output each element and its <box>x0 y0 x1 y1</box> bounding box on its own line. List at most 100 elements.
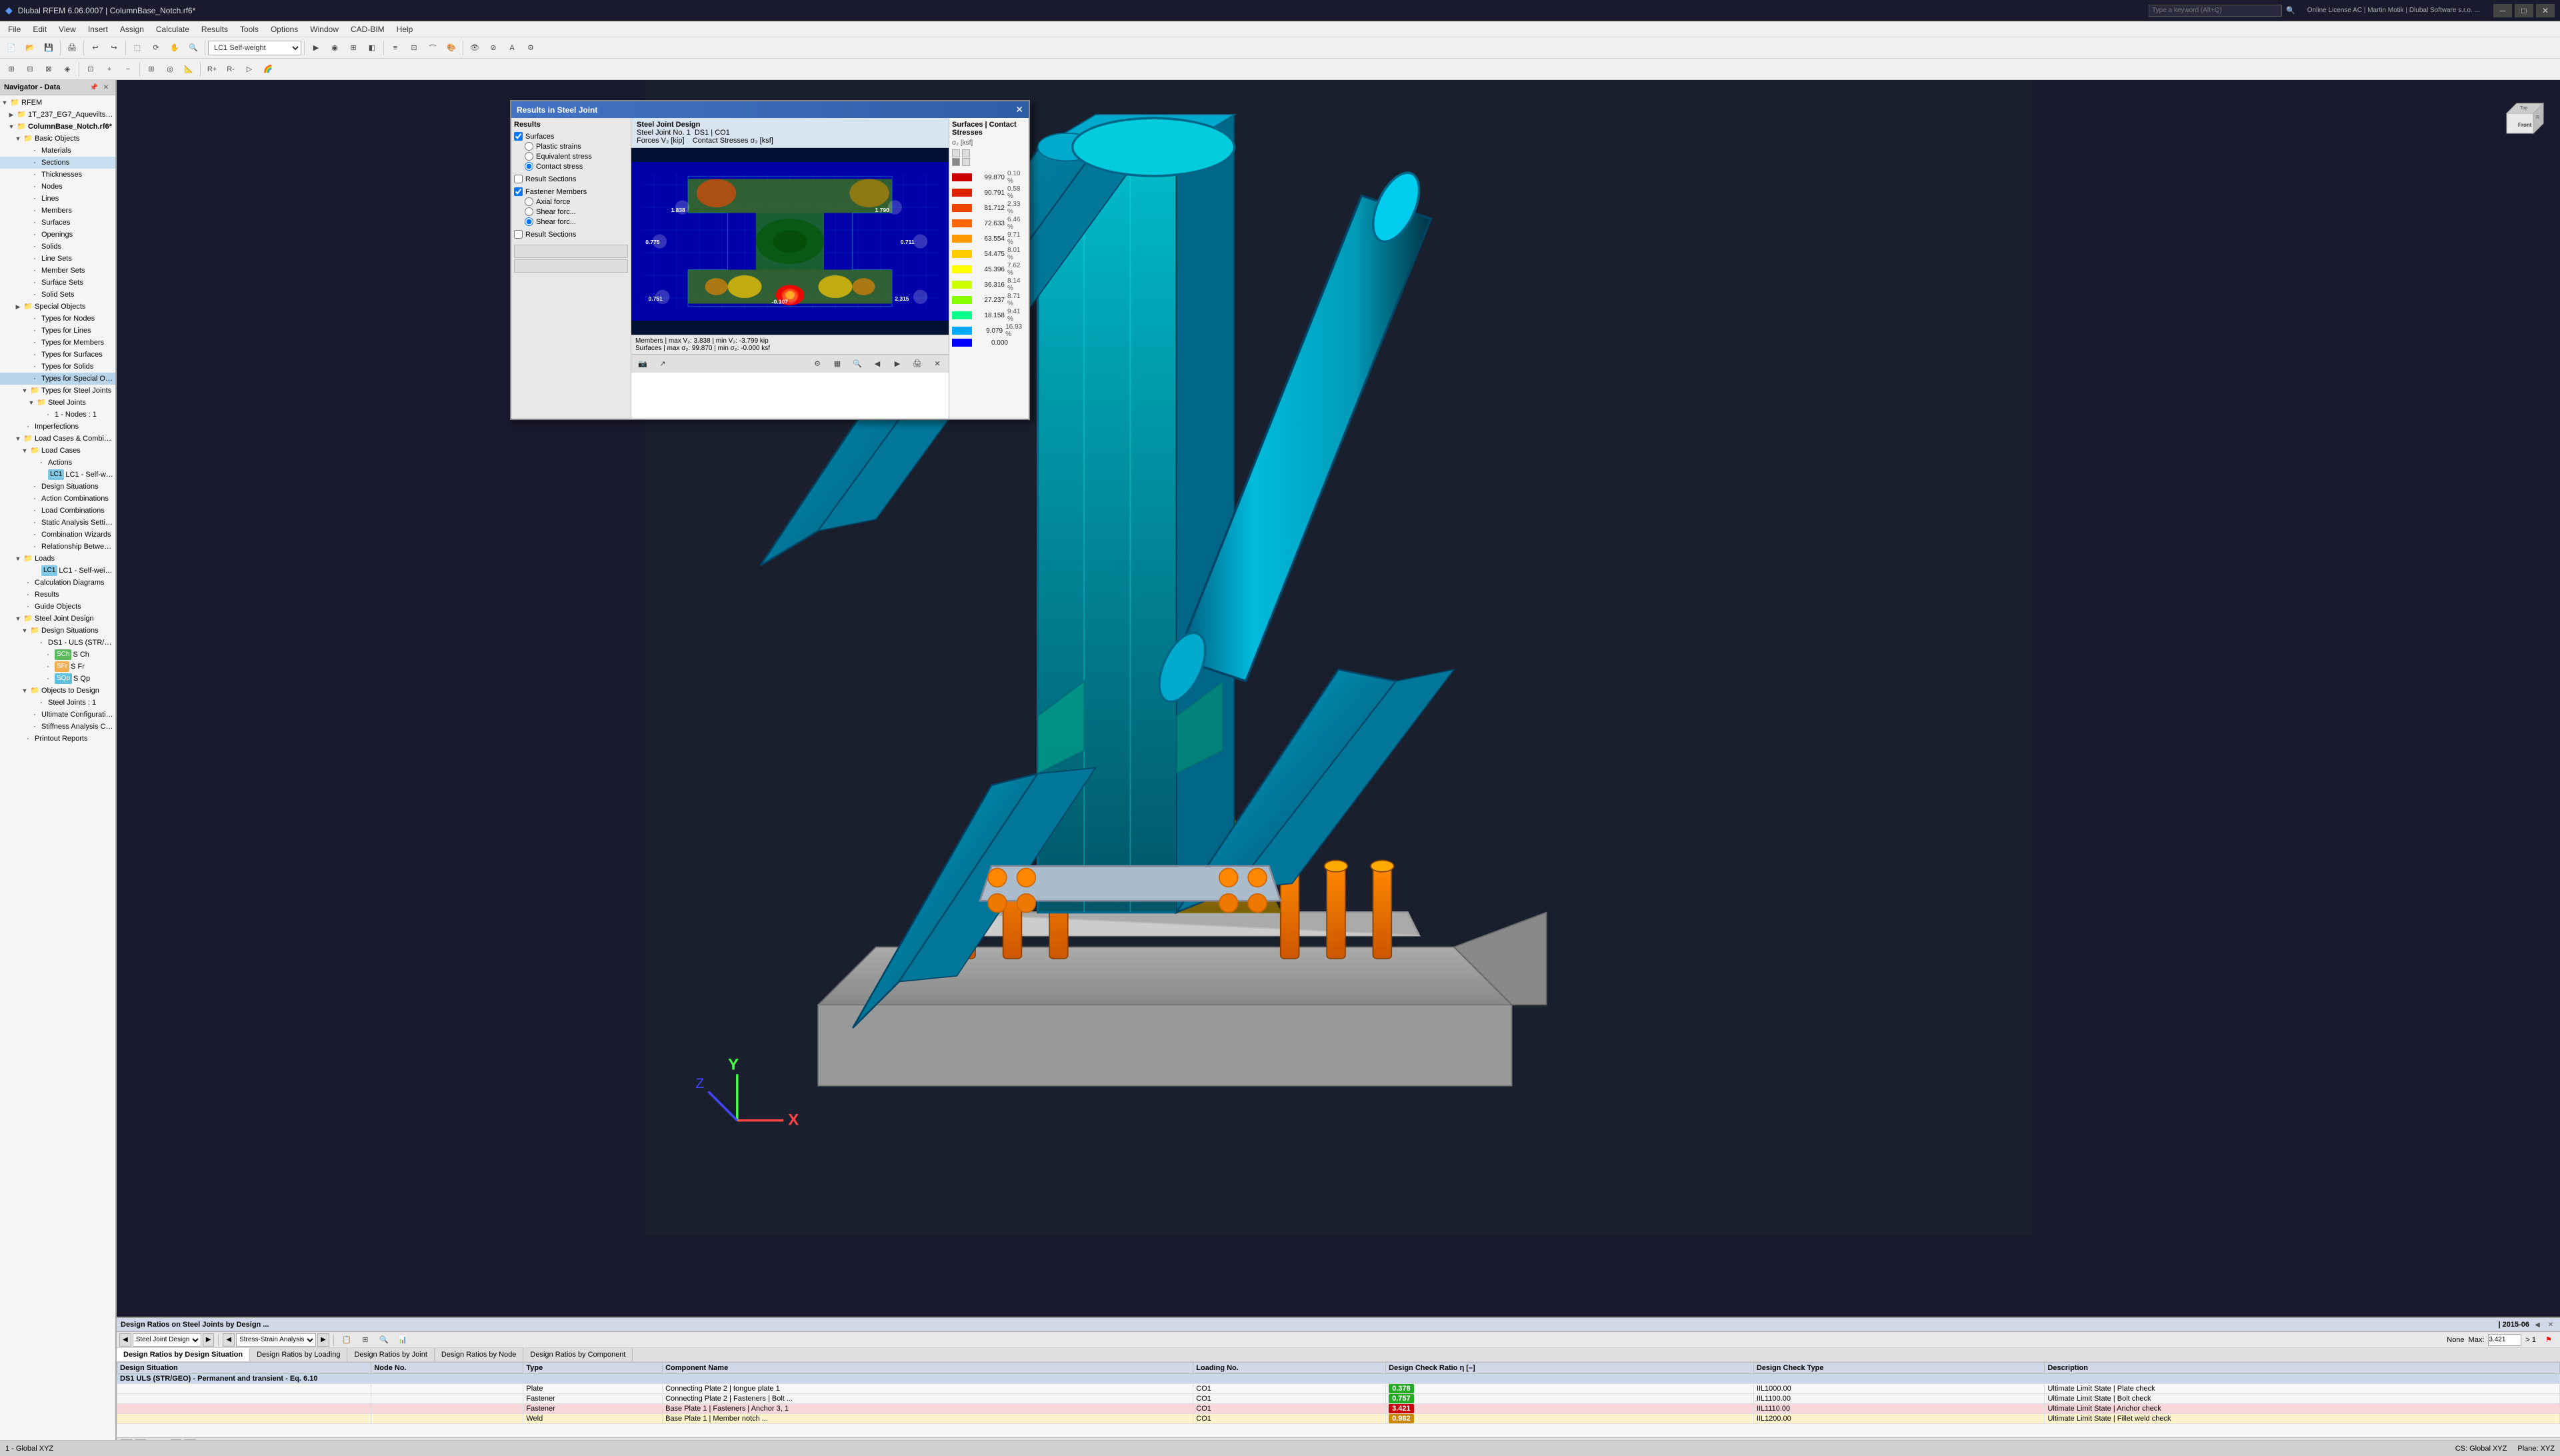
tree-item[interactable]: ·Types for Surfaces <box>0 349 115 361</box>
shear-force1-radio[interactable] <box>525 207 533 216</box>
maximize-button[interactable]: □ <box>2515 4 2533 17</box>
show-hide-btn[interactable]: 👁 <box>466 39 483 57</box>
menu-help[interactable]: Help <box>391 22 419 37</box>
menu-edit[interactable]: Edit <box>27 22 52 37</box>
tree-item[interactable]: ▼📁Objects to Design <box>0 685 115 697</box>
print-btn[interactable]: 🖨 <box>63 39 81 57</box>
menu-calculate[interactable]: Calculate <box>151 22 195 37</box>
tree-item[interactable]: ·Solid Sets <box>0 289 115 301</box>
pan-btn[interactable]: ✋ <box>166 39 183 57</box>
tree-item[interactable]: ·Calculation Diagrams <box>0 577 115 589</box>
tree-item[interactable]: ·Member Sets <box>0 265 115 277</box>
design-tab[interactable]: Design Ratios by Design Situation <box>117 1348 250 1361</box>
tree-item[interactable]: ·Ultimate Configurations <box>0 709 115 721</box>
view-side-btn[interactable]: ⊟ <box>21 61 39 78</box>
main-3d-viewport[interactable]: X Y Z Front Top <box>117 80 2560 1440</box>
tree-item[interactable]: ▼📁Basic Objects <box>0 133 115 145</box>
wireframe-btn[interactable]: ⊞ <box>345 39 362 57</box>
fit-btn[interactable]: ⊡ <box>82 61 99 78</box>
close-button[interactable]: ✕ <box>2536 4 2555 17</box>
shear-force2-radio[interactable] <box>525 217 533 226</box>
design-icon-btn2[interactable]: ⊞ <box>357 1331 374 1349</box>
result-sections-checkbox[interactable] <box>514 175 523 183</box>
analysis-prev-btn[interactable]: ◀ <box>223 1333 235 1347</box>
nav-pin-btn[interactable]: 📌 <box>89 82 99 93</box>
dialog-zoom-btn[interactable]: 🔍 <box>849 355 866 373</box>
view-top-btn[interactable]: ⊠ <box>40 61 57 78</box>
annotation-btn[interactable]: A <box>503 39 521 57</box>
plastic-strains-radio[interactable] <box>525 142 533 151</box>
snap-btn[interactable]: ◎ <box>161 61 179 78</box>
table-row[interactable]: WeldBase Plate 1 | Member notch ...CO10.… <box>117 1414 2560 1424</box>
menu-options[interactable]: Options <box>265 22 303 37</box>
tree-item[interactable]: ·Solids <box>0 241 115 253</box>
tree-item[interactable]: ·Design Situations <box>0 481 115 493</box>
design-icon-btn4[interactable]: 📊 <box>394 1331 411 1349</box>
nav-cube[interactable]: Front Top R <box>2493 93 2547 147</box>
view3d-btn[interactable]: ◉ <box>326 39 343 57</box>
tree-item[interactable]: ·Sections <box>0 157 115 169</box>
design-panel-close-btn[interactable]: ✕ <box>2545 1319 2556 1330</box>
axial-force-radio[interactable] <box>525 197 533 206</box>
redo-btn[interactable]: ↪ <box>105 39 123 57</box>
zoom-btn[interactable]: 🔍 <box>185 39 202 57</box>
surface-btn[interactable]: ◧ <box>363 39 381 57</box>
lc-dropdown[interactable]: LC1 Self-weight <box>208 41 301 55</box>
menu-cadbim[interactable]: CAD-BIM <box>345 22 390 37</box>
menu-insert[interactable]: Insert <box>83 22 113 37</box>
tree-item[interactable]: ·Thicknesses <box>0 169 115 181</box>
tree-item[interactable]: ·Types for Lines <box>0 325 115 337</box>
tree-item[interactable]: ·SFrS Fr <box>0 661 115 673</box>
design-tab[interactable]: Design Ratios by Node <box>435 1348 524 1361</box>
flag-btn[interactable]: ⚑ <box>2540 1331 2557 1349</box>
table-row[interactable]: DS1 ULS (STR/GEO) - Permanent and transi… <box>117 1374 2560 1384</box>
results-on-btn[interactable]: R+ <box>203 61 221 78</box>
max-value-input[interactable] <box>2488 1334 2521 1346</box>
view-iso-btn[interactable]: ◈ <box>59 61 76 78</box>
tree-item[interactable]: ·Load Combinations <box>0 505 115 517</box>
measure-btn[interactable]: 📐 <box>180 61 197 78</box>
tree-item[interactable]: ·Static Analysis Settings <box>0 517 115 529</box>
dialog-nav-btn2[interactable]: ▶ <box>889 355 906 373</box>
tree-item[interactable]: ▼📁RFEM <box>0 97 115 109</box>
table-row[interactable]: FastenerBase Plate 1 | Fasteners | Ancho… <box>117 1404 2560 1414</box>
tree-item[interactable]: ▼📁Load Cases & Combinations <box>0 433 115 445</box>
tree-item[interactable]: ▼📁Steel Joints <box>0 397 115 409</box>
dialog-settings-btn1[interactable]: ⚙ <box>809 355 826 373</box>
search-input[interactable] <box>2149 5 2282 17</box>
dialog-nav-btn1[interactable]: ◀ <box>869 355 886 373</box>
tree-item[interactable]: ·SChS Ch <box>0 649 115 661</box>
tree-item[interactable]: ▼📁Steel Joint Design <box>0 613 115 625</box>
save-btn[interactable]: 💾 <box>40 39 57 57</box>
tree-item[interactable]: ·Surfaces <box>0 217 115 229</box>
tree-item[interactable]: ▶📁1T_237_EG7_Aquevilts_Holdbau-Modell.rf… <box>0 109 115 121</box>
animate-btn[interactable]: ▷ <box>241 61 258 78</box>
tree-item[interactable]: ·Relationship Between Load Cases <box>0 541 115 553</box>
tree-item[interactable]: ·SQpS Qp <box>0 673 115 685</box>
section-btn[interactable]: ⊡ <box>405 39 423 57</box>
tree-item[interactable]: ·Types for Members <box>0 337 115 349</box>
menu-window[interactable]: Window <box>305 22 344 37</box>
tree-item[interactable]: ·Lines <box>0 193 115 205</box>
deform-btn[interactable]: ⌒ <box>424 39 441 57</box>
open-btn[interactable]: 📂 <box>21 39 39 57</box>
tree-item[interactable]: LC1LC1 - Self-weight <box>0 565 115 577</box>
tree-item[interactable]: ·Types for Special Objects <box>0 373 115 385</box>
surfaces-checkbox[interactable] <box>514 132 523 141</box>
design-panel-arrow-btn[interactable]: ◀ <box>2532 1319 2543 1330</box>
view-front-btn[interactable]: ⊞ <box>3 61 20 78</box>
tree-item[interactable]: ·Guide Objects <box>0 601 115 613</box>
dialog-print-btn[interactable]: 🖨 <box>909 355 926 373</box>
tree-item[interactable]: ▼📁Loads <box>0 553 115 565</box>
render-btn[interactable]: ▶ <box>307 39 325 57</box>
tree-item[interactable]: ·Results <box>0 589 115 601</box>
result-sections2-checkbox[interactable] <box>514 230 523 239</box>
member-view-btn[interactable]: ≡ <box>387 39 404 57</box>
tree-item[interactable]: ·Surface Sets <box>0 277 115 289</box>
grid-btn[interactable]: ⊞ <box>143 61 160 78</box>
tree-item[interactable]: ·Types for Solids <box>0 361 115 373</box>
tree-item[interactable]: ·Members <box>0 205 115 217</box>
color-map-btn[interactable]: 🌈 <box>259 61 277 78</box>
tree-item[interactable]: ·Combination Wizards <box>0 529 115 541</box>
fastener-members-checkbox[interactable] <box>514 187 523 196</box>
